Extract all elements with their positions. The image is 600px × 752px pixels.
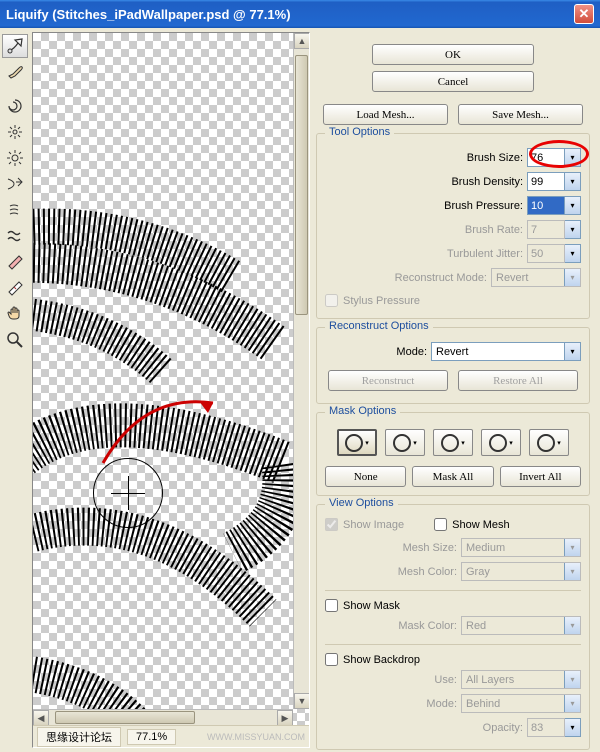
turbulence-tool[interactable]	[2, 224, 28, 248]
view-options-group: View Options Show Image Show Mesh Mesh S…	[316, 504, 590, 750]
horizontal-scrollbar[interactable]: ◀ ▶	[33, 709, 293, 725]
bloat-tool[interactable]	[2, 146, 28, 170]
show-mesh-checkbox[interactable]	[434, 518, 447, 531]
push-left-tool[interactable]	[2, 172, 28, 196]
opacity-label: Opacity:	[325, 722, 523, 734]
mesh-color-label: Mesh Color:	[325, 566, 457, 578]
show-mask-label: Show Mask	[343, 600, 400, 612]
mask-all-button[interactable]: Mask All	[412, 466, 493, 487]
group-legend: Reconstruct Options	[325, 320, 433, 332]
mesh-color-select: Gray▾	[461, 562, 581, 581]
restore-all-button: Restore All	[458, 370, 578, 391]
mask-options-group: Mask Options ▾ ▾ ▾ ▾ ▾ None Mask All Inv…	[316, 412, 590, 496]
load-mesh-button[interactable]: Load Mesh...	[323, 104, 448, 125]
show-image-checkbox	[325, 518, 338, 531]
show-mesh-label: Show Mesh	[452, 519, 509, 531]
reconstruct-tool[interactable]	[2, 60, 28, 84]
brush-pressure-input[interactable]: ▾	[527, 196, 581, 215]
mask-subtract-icon[interactable]: ▾	[433, 429, 473, 456]
canvas-artwork	[33, 33, 293, 725]
mask-none-button[interactable]: None	[325, 466, 406, 487]
zoom-tool[interactable]	[2, 328, 28, 352]
status-left: 思缘设计论坛	[37, 727, 121, 747]
mask-color-label: Mask Color:	[325, 620, 457, 632]
close-icon[interactable]: ✕	[574, 4, 594, 24]
mask-invert-icon[interactable]: ▾	[529, 429, 569, 456]
mask-intersect-icon[interactable]: ▾	[481, 429, 521, 456]
save-mesh-button[interactable]: Save Mesh...	[458, 104, 583, 125]
mask-replace-icon[interactable]: ▾	[337, 429, 377, 456]
mode-label: Mode:	[325, 346, 427, 358]
pucker-tool[interactable]	[2, 120, 28, 144]
backdrop-mode-label: Mode:	[325, 698, 457, 710]
mask-add-icon[interactable]: ▾	[385, 429, 425, 456]
ok-button[interactable]: OK	[372, 44, 534, 65]
thaw-mask-tool[interactable]	[2, 276, 28, 300]
mesh-size-label: Mesh Size:	[325, 542, 457, 554]
use-select: All Layers▾	[461, 670, 581, 689]
mask-color-select: Red▾	[461, 616, 581, 635]
titlebar: Liquify (Stitches_iPadWallpaper.psd @ 77…	[0, 0, 600, 28]
tool-options-group: Tool Options Brush Size: ▾ Brush Density…	[316, 133, 590, 319]
watermark: WWW.MISSYUAN.COM	[207, 732, 305, 742]
show-mask-checkbox[interactable]	[325, 599, 338, 612]
group-legend: Mask Options	[325, 405, 400, 417]
stylus-pressure-label: Stylus Pressure	[343, 295, 420, 307]
preview-canvas[interactable]: ▲ ▼ ◀ ▶ 思缘设计论坛 77.1% WWW.MISSYUAN.COM	[32, 32, 310, 748]
reconstruct-mode-label: Reconstruct Mode:	[325, 272, 487, 284]
mesh-size-select: Medium▾	[461, 538, 581, 557]
brush-size-label: Brush Size:	[325, 152, 523, 164]
show-backdrop-label: Show Backdrop	[343, 654, 420, 666]
cancel-button[interactable]: Cancel	[372, 71, 534, 92]
turbulent-jitter-input: ▾	[527, 244, 581, 263]
brush-density-input[interactable]: ▾	[527, 172, 581, 191]
use-label: Use:	[325, 674, 457, 686]
brush-rate-label: Brush Rate:	[325, 224, 523, 236]
reconstruct-options-group: Reconstruct Options Mode: Revert▾ Recons…	[316, 327, 590, 404]
brush-density-label: Brush Density:	[325, 176, 523, 188]
reconstruct-button: Reconstruct	[328, 370, 448, 391]
turbulent-jitter-label: Turbulent Jitter:	[325, 248, 523, 260]
show-backdrop-checkbox[interactable]	[325, 653, 338, 666]
invert-all-button[interactable]: Invert All	[500, 466, 581, 487]
hand-tool[interactable]	[2, 302, 28, 326]
group-legend: Tool Options	[325, 126, 394, 138]
twirl-cw-tool[interactable]	[2, 94, 28, 118]
status-bar: 思缘设计论坛 77.1% WWW.MISSYUAN.COM	[33, 725, 309, 747]
reconstruct-mode-select[interactable]: Revert▾	[431, 342, 581, 361]
mirror-tool[interactable]	[2, 198, 28, 222]
vertical-scrollbar[interactable]: ▲ ▼	[293, 33, 309, 709]
brush-size-input[interactable]: ▾	[527, 148, 581, 167]
window-title: Liquify (Stitches_iPadWallpaper.psd @ 77…	[6, 7, 291, 22]
group-legend: View Options	[325, 497, 398, 509]
reconstruct-mode-select: Revert▾	[491, 268, 581, 287]
brush-pressure-label: Brush Pressure:	[325, 200, 523, 212]
tool-palette	[0, 28, 32, 752]
status-zoom[interactable]: 77.1%	[127, 729, 176, 745]
opacity-input: ▾	[527, 718, 581, 737]
brush-rate-input: ▾	[527, 220, 581, 239]
options-panel: OK Cancel Load Mesh... Save Mesh... Tool…	[310, 28, 600, 752]
show-image-label: Show Image	[343, 519, 404, 531]
freeze-mask-tool[interactable]	[2, 250, 28, 274]
forward-warp-tool[interactable]	[2, 34, 28, 58]
backdrop-mode-select: Behind▾	[461, 694, 581, 713]
stylus-pressure-checkbox	[325, 294, 338, 307]
